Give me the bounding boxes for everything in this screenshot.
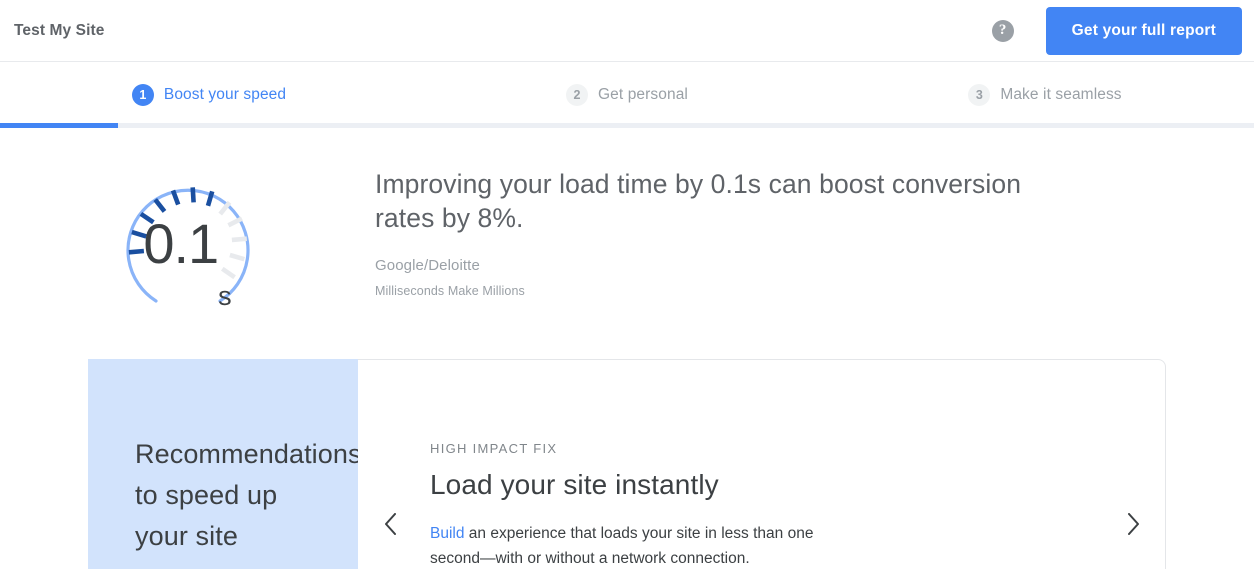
app-header: Test My Site ? Get your full report [0, 0, 1254, 62]
build-link[interactable]: Build [430, 525, 464, 542]
progress-bar-track [0, 123, 1254, 128]
step-label-1: Boost your speed [164, 86, 286, 104]
gauge-value: 0.1 s [114, 170, 262, 318]
hero-text-block: Improving your load time by 0.1s can boo… [375, 167, 1075, 298]
gauge-unit: s [218, 283, 232, 318]
tab-make-it-seamless[interactable]: 3 Make it seamless [836, 62, 1254, 128]
chevron-right-icon[interactable] [1101, 360, 1165, 569]
hero-source: Google/Deloitte [375, 257, 1035, 274]
fix-card-content: HIGH IMPACT FIX Load your site instantly… [422, 360, 1101, 571]
step-label-3: Make it seamless [1000, 86, 1121, 104]
step-badge-2: 2 [566, 84, 588, 106]
step-badge-3: 3 [968, 84, 990, 106]
tab-get-personal[interactable]: 2 Get personal [418, 62, 836, 128]
gauge-column: 0.1 s [0, 167, 375, 318]
step-navigation: 1 Boost your speed 2 Get personal 3 Make… [0, 62, 1254, 128]
step-label-2: Get personal [598, 86, 688, 104]
fix-description: Build an experience that loads your site… [430, 521, 830, 571]
recommendations-panel: Recommendations to speed up your site Sh… [88, 359, 358, 569]
recommendations-section: Recommendations to speed up your site Sh… [88, 359, 1166, 569]
step-badge-1: 1 [132, 84, 154, 106]
chevron-left-icon[interactable] [358, 360, 422, 569]
gauge-number: 0.1 [143, 216, 218, 272]
hero-stat-section: 0.1 s Improving your load time by 0.1s c… [0, 128, 1254, 318]
fix-title: Load your site instantly [430, 467, 1091, 503]
recommendations-title: Recommendations to speed up your site [135, 434, 322, 557]
header-actions: ? Get your full report [992, 7, 1254, 55]
progress-bar-fill [0, 123, 118, 128]
fix-description-rest: an experience that loads your site in le… [430, 525, 813, 567]
speed-gauge: 0.1 s [114, 170, 262, 318]
hero-headline: Improving your load time by 0.1s can boo… [375, 167, 1035, 235]
recommendations-body: Share these recommendations with your de… [135, 582, 322, 587]
fix-eyebrow-label: HIGH IMPACT FIX [430, 441, 1091, 456]
page-title: Test My Site [14, 22, 105, 40]
fix-card: HIGH IMPACT FIX Load your site instantly… [358, 359, 1166, 569]
hero-source-detail: Milliseconds Make Millions [375, 284, 1035, 298]
help-circle-icon[interactable]: ? [992, 20, 1014, 42]
get-full-report-button[interactable]: Get your full report [1046, 7, 1242, 55]
tab-boost-your-speed[interactable]: 1 Boost your speed [0, 62, 418, 128]
